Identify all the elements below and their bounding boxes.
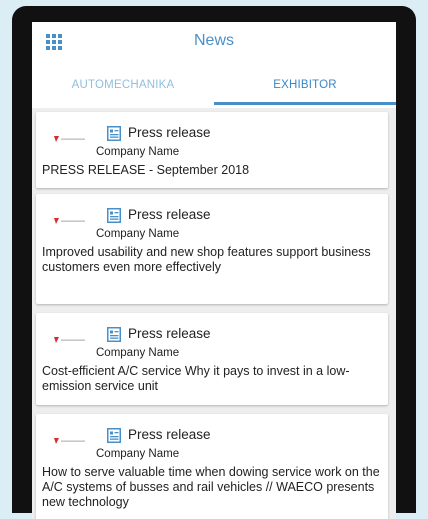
news-headline: Improved usability and new shop features… bbox=[42, 245, 371, 274]
document-icon bbox=[107, 327, 121, 342]
company-name: Company Name bbox=[96, 146, 180, 158]
tab-exhibitor[interactable]: EXHIBITOR bbox=[214, 70, 396, 100]
active-tab-indicator bbox=[214, 102, 396, 105]
news-headline: Cost-efficient A/C service Why it pays t… bbox=[42, 364, 350, 393]
document-icon bbox=[107, 126, 121, 141]
company-name: Company Name bbox=[96, 347, 180, 359]
device-frame: News AUTOMECHANIKA EXHIBITOR Press relea… bbox=[12, 6, 416, 519]
item-type-label: Press release bbox=[128, 427, 211, 442]
app-screen: News AUTOMECHANIKA EXHIBITOR Press relea… bbox=[32, 22, 396, 519]
tab-bar: AUTOMECHANIKA EXHIBITOR bbox=[32, 70, 396, 106]
item-type-label: Press release bbox=[128, 125, 211, 140]
tab-automechanika[interactable]: AUTOMECHANIKA bbox=[32, 70, 214, 100]
company-logo-icon bbox=[54, 337, 85, 343]
news-headline: PRESS RELEASE - September 2018 bbox=[42, 163, 250, 177]
news-item[interactable]: Press release Company Name Cost-efficien… bbox=[36, 313, 388, 405]
news-item[interactable]: Press release Company Name PRESS RELEASE… bbox=[36, 112, 388, 188]
item-type-label: Press release bbox=[128, 207, 211, 222]
news-headline: How to serve valuable time when dowing s… bbox=[42, 465, 380, 509]
app-header: News AUTOMECHANIKA EXHIBITOR bbox=[32, 22, 396, 108]
company-name: Company Name bbox=[96, 228, 180, 240]
item-type-label: Press release bbox=[128, 326, 211, 341]
document-icon bbox=[107, 208, 121, 223]
page-title: News bbox=[193, 32, 234, 49]
news-item[interactable]: Press release Company Name Improved usab… bbox=[36, 194, 388, 304]
company-name: Company Name bbox=[96, 448, 180, 460]
document-icon bbox=[107, 428, 121, 443]
company-logo-icon bbox=[54, 218, 85, 224]
company-logo-icon bbox=[54, 136, 85, 142]
news-item[interactable]: Press release Company Name How to serve … bbox=[36, 414, 388, 519]
company-logo-icon bbox=[54, 438, 85, 444]
